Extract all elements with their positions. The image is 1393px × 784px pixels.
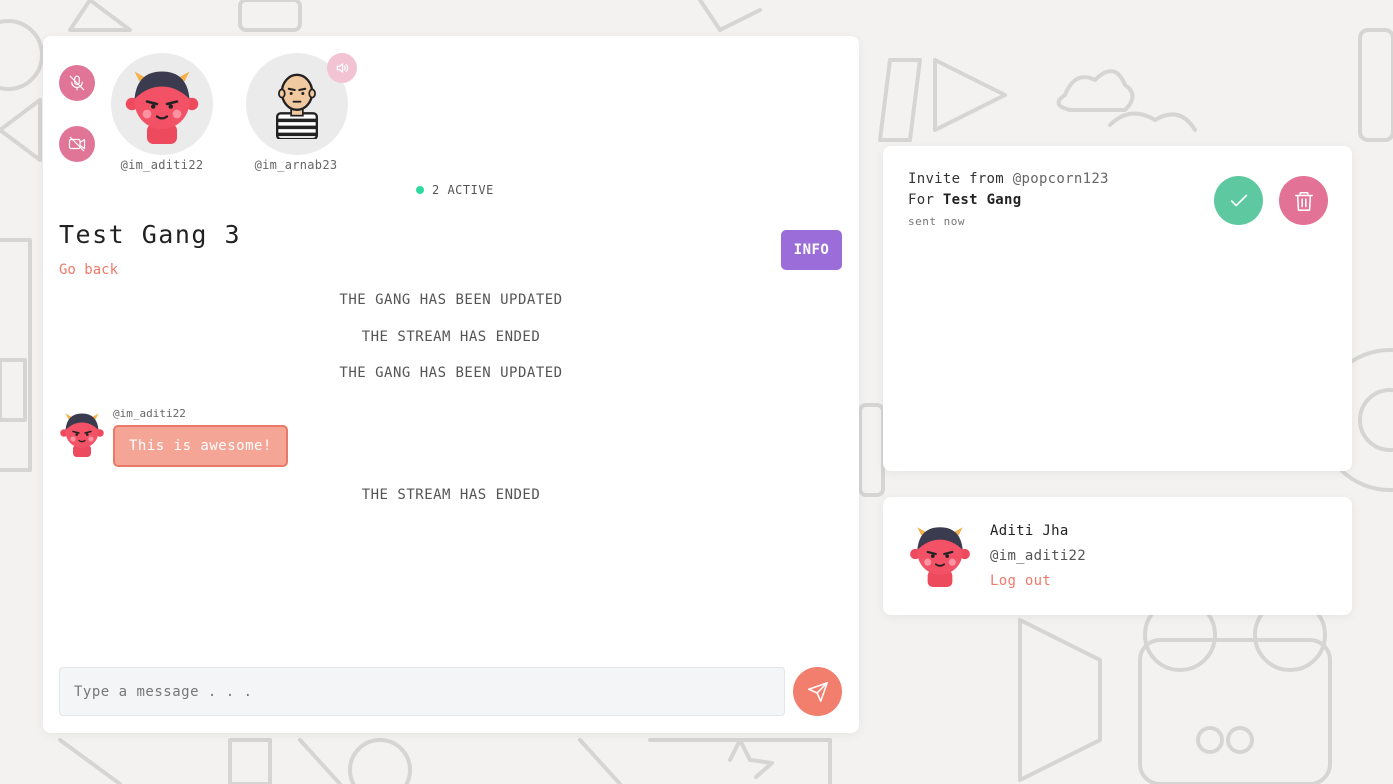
checkmark-icon bbox=[1230, 194, 1247, 206]
status-dot bbox=[416, 186, 424, 194]
invite-gang-name: Test Gang bbox=[942, 192, 1022, 208]
speaker-status-badge bbox=[327, 53, 357, 83]
member-handle-arnab: @im_arnab23 bbox=[254, 158, 338, 172]
logout-link[interactable]: Log out bbox=[990, 573, 1051, 589]
devil-avatar-icon bbox=[125, 71, 199, 144]
trash-icon bbox=[1294, 191, 1313, 211]
chat-bubble: This is awesome! bbox=[113, 425, 288, 467]
system-message: THE GANG HAS BEEN UPDATED bbox=[339, 292, 563, 308]
active-count-label: 2 ACTIVE bbox=[432, 183, 494, 197]
system-message: THE GANG HAS BEEN UPDATED bbox=[339, 365, 563, 381]
member-handle-aditi: @im_aditi22 bbox=[120, 158, 204, 172]
system-message: THE STREAM HAS ENDED bbox=[361, 329, 541, 345]
accept-invite-button[interactable] bbox=[1214, 176, 1263, 225]
profile-name: Aditi Jha bbox=[990, 523, 1069, 539]
prisoner-avatar-icon bbox=[276, 73, 318, 139]
invite-gang-line: For Test Gang bbox=[908, 192, 1021, 208]
delete-invite-button[interactable] bbox=[1279, 176, 1328, 225]
profile-handle: @im_aditi22 bbox=[990, 548, 1087, 564]
send-button[interactable] bbox=[793, 667, 842, 716]
microphone-off-icon bbox=[69, 75, 85, 91]
message-input[interactable] bbox=[59, 667, 785, 716]
video-off-icon bbox=[68, 136, 86, 152]
message-author: @im_aditi22 bbox=[113, 407, 186, 420]
invite-from-user: @popcorn123 bbox=[1012, 171, 1109, 187]
invite-timestamp: sent now bbox=[908, 215, 965, 228]
speaker-icon bbox=[336, 63, 349, 73]
active-count: 2 ACTIVE bbox=[416, 183, 494, 197]
invite-for-prefix: For bbox=[908, 192, 935, 208]
devil-avatar-icon bbox=[60, 413, 104, 457]
info-button[interactable]: INFO bbox=[781, 230, 842, 270]
invite-panel: Invite from @popcorn123 For Test Gang se… bbox=[883, 146, 1352, 471]
invite-from-line: Invite from @popcorn123 bbox=[908, 171, 1109, 187]
system-message: THE STREAM HAS ENDED bbox=[361, 487, 541, 503]
invite-from-prefix: Invite from bbox=[908, 171, 1005, 187]
profile-panel: Aditi Jha @im_aditi22 Log out bbox=[883, 497, 1352, 615]
go-back-link[interactable]: Go back bbox=[59, 262, 118, 278]
member-avatar-aditi bbox=[111, 53, 213, 155]
chat-panel: @im_aditi22 @im_arnab23 2 ACTIVE Test Ga… bbox=[43, 36, 859, 733]
page-title: Test Gang 3 bbox=[59, 220, 242, 249]
toggle-video-button[interactable] bbox=[59, 126, 95, 162]
mute-microphone-button[interactable] bbox=[59, 65, 95, 101]
send-icon bbox=[807, 681, 828, 702]
devil-avatar-icon bbox=[910, 527, 970, 587]
